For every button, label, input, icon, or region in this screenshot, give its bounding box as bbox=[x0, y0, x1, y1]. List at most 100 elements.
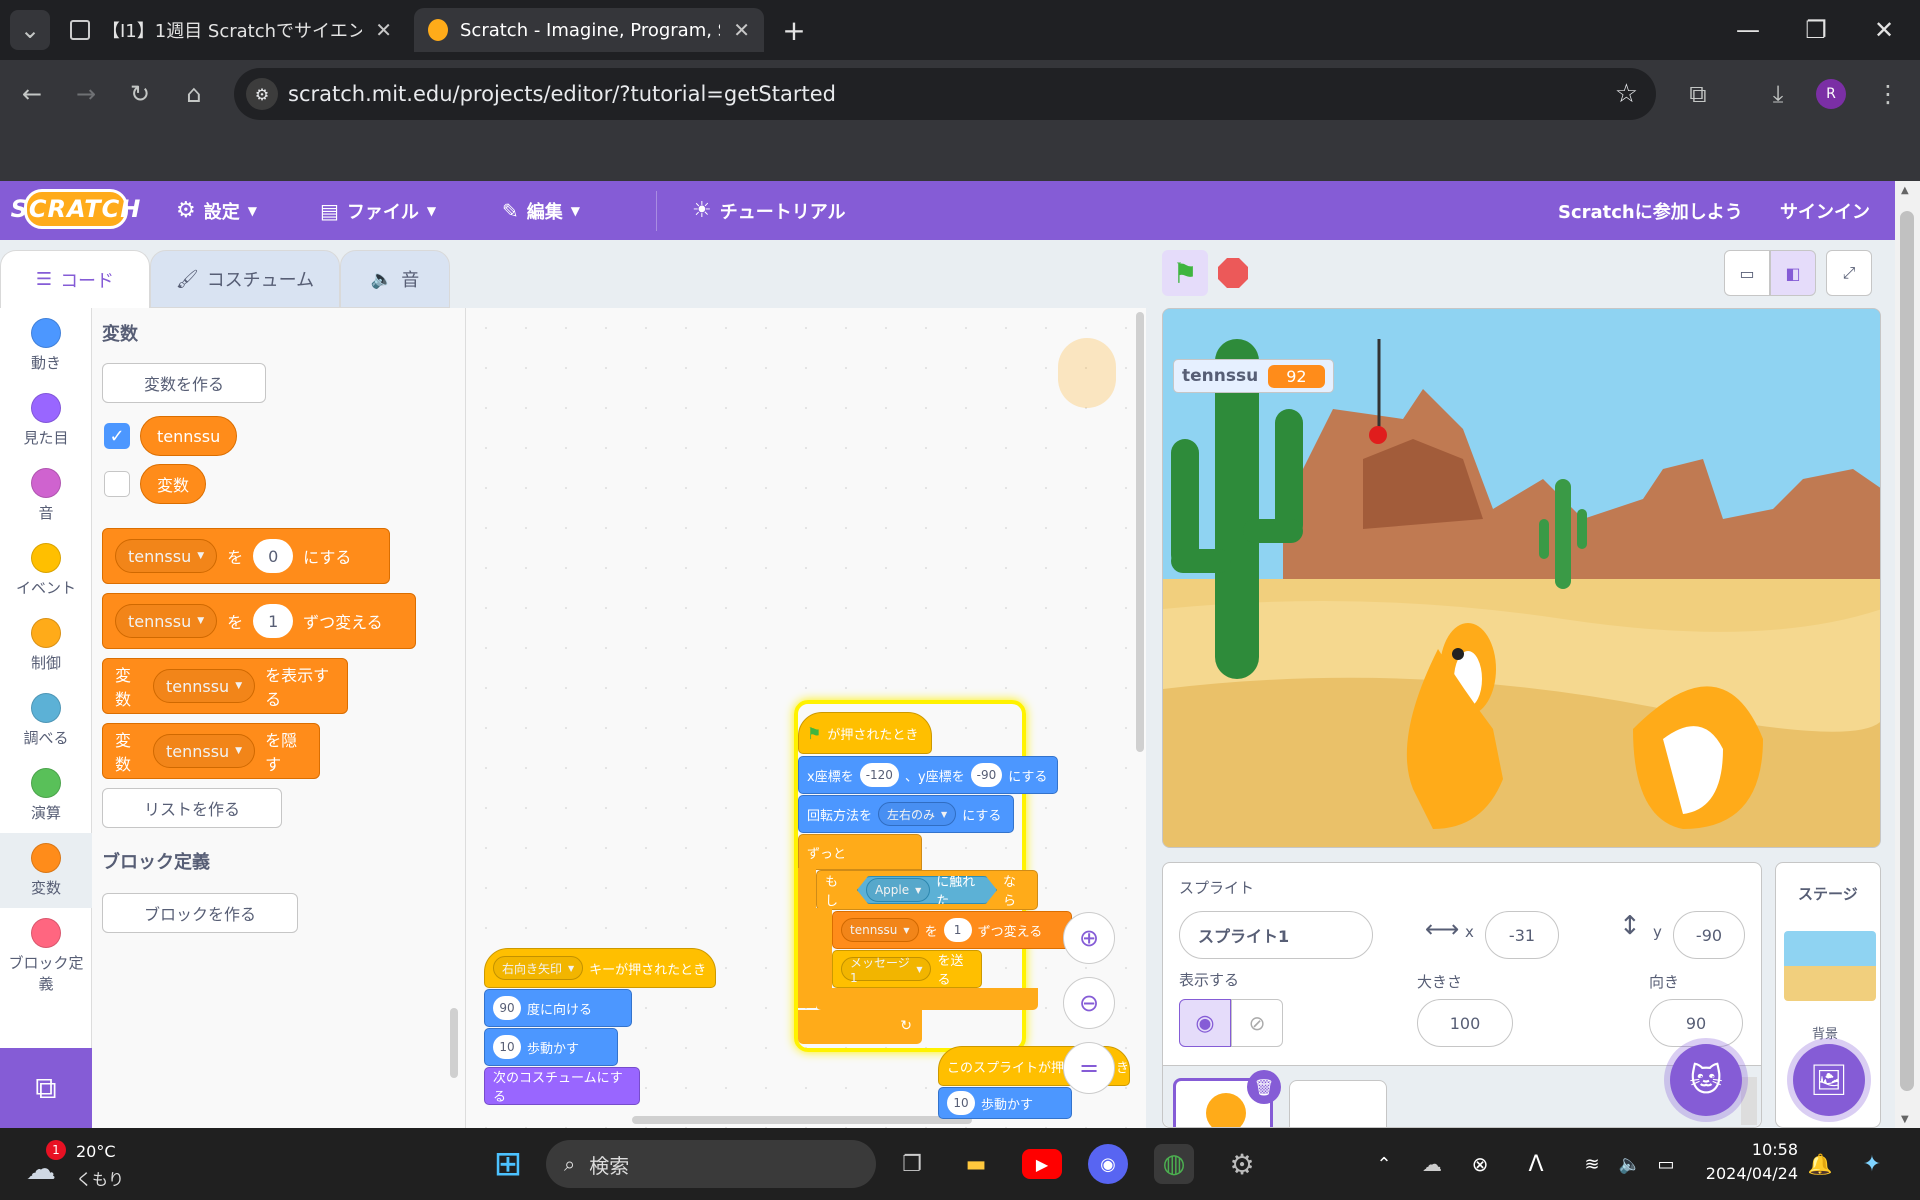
tab-sounds[interactable]: 🔈 音 bbox=[340, 250, 450, 308]
variable-dropdown[interactable]: tennssu ▼ bbox=[115, 539, 218, 573]
green-flag-hat-block[interactable]: ⚑ が押されたとき bbox=[798, 712, 932, 754]
stage-canvas[interactable]: tennssu 92 bbox=[1162, 308, 1881, 848]
direction-field[interactable]: 90 bbox=[1649, 999, 1743, 1047]
if-block[interactable]: もし Apple ▼ に触れた なら bbox=[816, 870, 1038, 910]
var1-reporter[interactable]: tennssu bbox=[140, 416, 238, 456]
choose-backdrop-button[interactable]: 🖼 bbox=[1793, 1044, 1865, 1116]
forever-block[interactable]: ずっと bbox=[798, 834, 922, 870]
onedrive-icon[interactable]: ☁ bbox=[1412, 1144, 1452, 1184]
direction-input[interactable]: 90 bbox=[493, 996, 521, 1020]
category-operators[interactable]: 演算 bbox=[0, 758, 92, 833]
tab-search-chevron-icon[interactable]: ⌄ bbox=[10, 10, 50, 50]
show-visible-button[interactable]: ◉ bbox=[1179, 999, 1231, 1047]
clock[interactable]: 10:58 2024/04/24 bbox=[1702, 1138, 1798, 1186]
back-icon[interactable]: ← bbox=[14, 76, 50, 112]
category-sensing[interactable]: 調べる bbox=[0, 683, 92, 758]
notification-bell-icon[interactable]: 🔔 bbox=[1800, 1144, 1840, 1184]
close-tab-icon[interactable]: ✕ bbox=[733, 18, 750, 42]
palette-scroll-handle[interactable] bbox=[450, 1008, 458, 1078]
var1-checkbox[interactable]: ✓ bbox=[104, 423, 130, 449]
variable-monitor[interactable]: tennssu 92 bbox=[1173, 359, 1334, 393]
volume-icon[interactable]: 🔈 bbox=[1610, 1144, 1650, 1184]
variable-dropdown[interactable]: tennssu ▼ bbox=[115, 604, 218, 638]
goto-xy-block[interactable]: x座標を -120 、y座標を -90 にする bbox=[798, 756, 1058, 794]
join-scratch-link[interactable]: Scratchに参加しよう bbox=[1558, 181, 1743, 240]
message-dropdown[interactable]: メッセージ1 ▼ bbox=[841, 956, 932, 985]
script-horizontal-scrollbar[interactable] bbox=[632, 1116, 972, 1124]
start-button[interactable]: ⊞ bbox=[488, 1144, 528, 1184]
restore-icon[interactable]: ❐ bbox=[1798, 12, 1834, 48]
move-steps-block-2[interactable]: 10 歩動かす bbox=[938, 1087, 1072, 1119]
value-input[interactable]: 1 bbox=[253, 604, 294, 638]
adobe-icon[interactable]: Ʌ bbox=[1516, 1144, 1556, 1184]
category-control[interactable]: 制御 bbox=[0, 608, 92, 683]
value-input[interactable]: 1 bbox=[943, 918, 972, 942]
scroll-up-icon[interactable]: ▲ bbox=[1901, 185, 1909, 196]
minimize-icon[interactable]: — bbox=[1730, 12, 1766, 48]
rotation-style-block[interactable]: 回転方法を 左右のみ ▼ にする bbox=[798, 795, 1014, 833]
move-steps-block[interactable]: 10 歩動かす bbox=[484, 1028, 618, 1066]
fullscreen-button[interactable]: ⤢ bbox=[1826, 250, 1872, 296]
variable-dropdown[interactable]: tennssu ▼ bbox=[841, 918, 919, 942]
make-variable-button[interactable]: 変数を作る bbox=[102, 363, 266, 403]
close-tab-icon[interactable]: ✕ bbox=[375, 18, 392, 42]
reload-icon[interactable]: ↻ bbox=[122, 76, 158, 112]
zoom-reset-button[interactable]: = bbox=[1063, 1042, 1115, 1094]
discord-icon[interactable]: ◉ bbox=[1088, 1144, 1128, 1184]
x-input[interactable]: -120 bbox=[859, 763, 899, 787]
wifi-icon[interactable]: ≋ bbox=[1572, 1144, 1612, 1184]
var2-reporter[interactable]: 変数 bbox=[140, 464, 207, 504]
touching-dropdown[interactable]: Apple ▼ bbox=[865, 878, 931, 902]
page-scrollbar-thumb[interactable] bbox=[1900, 211, 1914, 1091]
small-stage-button[interactable]: ▭ bbox=[1724, 250, 1770, 296]
category-variables[interactable]: 変数 bbox=[0, 833, 92, 908]
var2-checkbox[interactable] bbox=[104, 471, 130, 497]
steps-input[interactable]: 10 bbox=[947, 1091, 975, 1115]
scroll-down-icon[interactable]: ▼ bbox=[1901, 1114, 1909, 1125]
tab-costumes[interactable]: 🖌 コスチューム bbox=[150, 250, 340, 308]
profile-avatar[interactable]: R bbox=[1816, 79, 1846, 109]
sprite-name-field[interactable]: スプライト1 bbox=[1179, 911, 1373, 959]
sprite-thumbnail-2[interactable] bbox=[1289, 1080, 1387, 1127]
script-area[interactable]: ⚑ が押されたとき x座標を -120 、y座標を -90 にする 回転方法を … bbox=[450, 308, 1146, 1128]
category-looks[interactable]: 見た目 bbox=[0, 383, 92, 458]
show-variable-block[interactable]: 変数 tennssu ▼ を表示する bbox=[102, 658, 348, 714]
touching-block[interactable]: Apple ▼ に触れた bbox=[856, 876, 998, 904]
tab-code[interactable]: ☰ コード bbox=[0, 250, 150, 308]
downloads-icon[interactable]: ⤓ bbox=[1760, 76, 1796, 112]
signin-link[interactable]: サインイン bbox=[1780, 181, 1870, 240]
category-sound[interactable]: 音 bbox=[0, 458, 92, 533]
sprite-list-scrollbar[interactable] bbox=[1741, 1077, 1757, 1125]
browser-tab-2[interactable]: Scratch - Imagine, Program, Sh ✕ bbox=[414, 8, 764, 52]
y-input[interactable]: -90 bbox=[970, 763, 1003, 787]
zoom-out-button[interactable]: ⊖ bbox=[1063, 977, 1115, 1029]
page-scrollbar[interactable]: ▲ ▼ bbox=[1895, 181, 1920, 1129]
task-view-icon[interactable]: ❐ bbox=[892, 1144, 932, 1184]
show-hidden-button[interactable]: ⊘ bbox=[1231, 999, 1283, 1047]
script-vertical-scrollbar[interactable] bbox=[1136, 312, 1144, 752]
normal-stage-button[interactable]: ◧ bbox=[1770, 250, 1816, 296]
x-field[interactable]: -31 bbox=[1485, 911, 1559, 959]
scratch-logo[interactable]: SCRATCH bbox=[11, 189, 140, 229]
close-window-icon[interactable]: ✕ bbox=[1866, 12, 1902, 48]
green-flag-button[interactable]: ⚑ bbox=[1162, 250, 1208, 296]
file-explorer-icon[interactable]: ▬ bbox=[956, 1144, 996, 1184]
copilot-icon[interactable]: ✦ bbox=[1852, 1144, 1892, 1184]
address-bar[interactable]: ⚙ scratch.mit.edu/projects/editor/?tutor… bbox=[234, 68, 1656, 120]
chrome-icon[interactable]: ◍ bbox=[1154, 1144, 1194, 1184]
home-icon[interactable]: ⌂ bbox=[176, 76, 212, 112]
size-field[interactable]: 100 bbox=[1417, 999, 1513, 1047]
weather-widget[interactable]: ☁ 1 20°C くもり bbox=[22, 1138, 142, 1190]
new-tab-icon[interactable]: + bbox=[776, 12, 812, 48]
taskbar-search[interactable]: ⌕ 検索 bbox=[546, 1140, 876, 1188]
category-myblocks[interactable]: ブロック定義 bbox=[0, 908, 92, 1003]
youtube-icon[interactable]: ▶ bbox=[1022, 1149, 1062, 1179]
delete-sprite-button[interactable]: 🗑 bbox=[1247, 1070, 1281, 1104]
choose-sprite-button[interactable]: 🐱 bbox=[1670, 1044, 1742, 1116]
browser-tab-1[interactable]: 【I1】1週目 Scratchでサイエンスアー ✕ bbox=[56, 8, 406, 52]
settings-menu[interactable]: ⚙ 設定 ▼ bbox=[176, 181, 257, 240]
tutorial-menu[interactable]: ☀ チュートリアル bbox=[692, 181, 846, 240]
x-tray-icon[interactable]: ⊗ bbox=[1460, 1144, 1500, 1184]
key-dropdown[interactable]: 右向き矢印 ▼ bbox=[493, 956, 584, 980]
variable-dropdown[interactable]: tennssu ▼ bbox=[152, 669, 256, 703]
